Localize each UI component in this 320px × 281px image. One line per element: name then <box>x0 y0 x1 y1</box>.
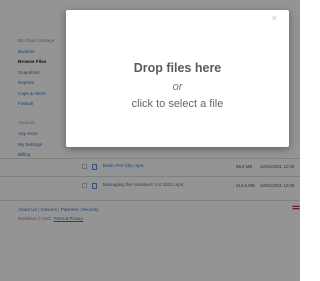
select-file-link[interactable]: click to select a file <box>66 98 289 110</box>
upload-dropzone-modal[interactable]: × Drop files here or click to select a f… <box>66 10 289 147</box>
close-icon[interactable]: × <box>272 14 277 23</box>
drop-files-title: Drop files here <box>133 61 222 75</box>
drop-or-text: or <box>172 81 183 93</box>
